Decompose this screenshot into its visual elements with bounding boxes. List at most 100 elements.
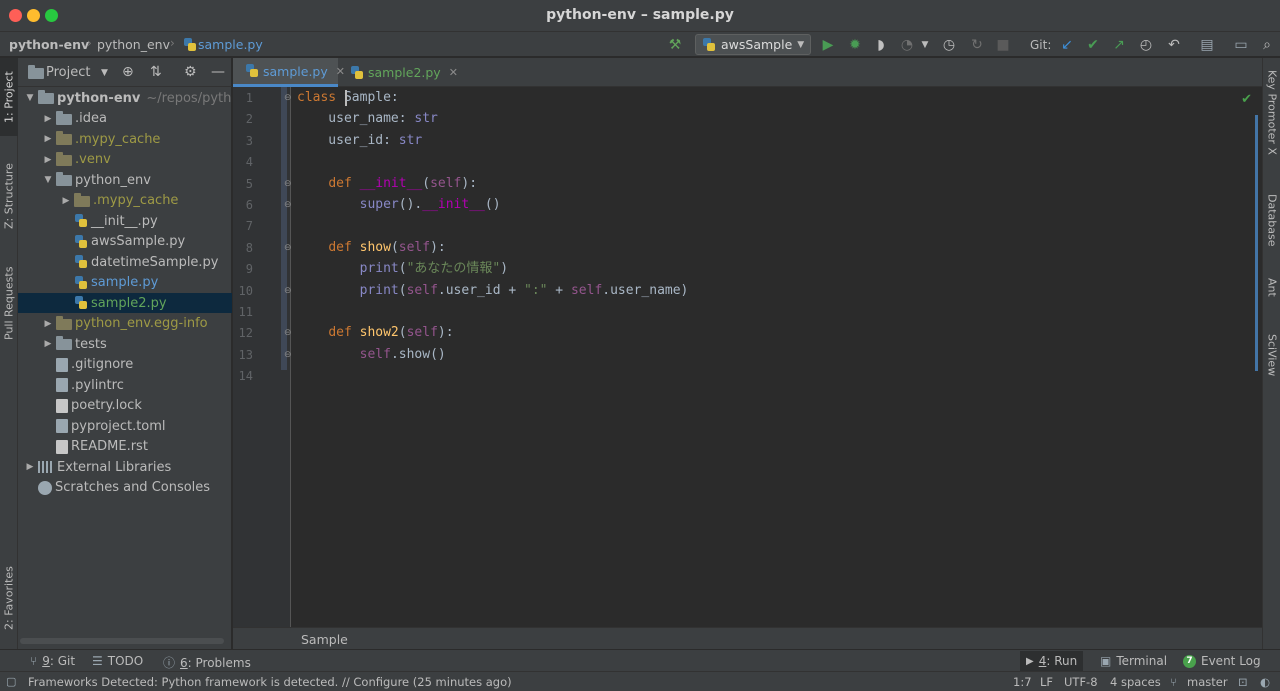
line-number[interactable]: 12: [233, 326, 253, 340]
tool-tab-run[interactable]: ▶ 4: Run: [1020, 651, 1084, 671]
file-encoding[interactable]: UTF-8: [1064, 675, 1098, 689]
build-hammer-icon[interactable]: ⚒: [666, 36, 684, 54]
status-message[interactable]: Frameworks Detected: Python framework is…: [28, 675, 512, 689]
tree-item[interactable]: sample2.py: [18, 293, 232, 313]
tool-tab-pull-requests[interactable]: Pull Requests: [0, 258, 18, 348]
chevron-right-icon[interactable]: ▶: [42, 339, 54, 349]
tree-item[interactable]: poetry.lock: [18, 396, 232, 416]
tool-tab-structure[interactable]: Z: Structure: [0, 156, 18, 236]
rerun-icon[interactable]: ↻: [968, 36, 986, 54]
chevron-right-icon[interactable]: ▶: [60, 196, 72, 206]
concurrency-diagram-icon[interactable]: ◷: [940, 36, 958, 54]
tree-item[interactable]: Scratches and Consoles: [18, 478, 232, 498]
git-commit-check-icon[interactable]: ✔: [1084, 36, 1102, 54]
tree-item[interactable]: ▶ .mypy_cache: [18, 129, 232, 149]
code-line[interactable]: user_name: str: [297, 108, 438, 129]
tool-tab-event-log[interactable]: 7 Event Log: [1183, 654, 1261, 668]
indent-setting[interactable]: 4 spaces: [1110, 675, 1161, 689]
code-line[interactable]: def __init__(self):: [297, 173, 477, 194]
fold-marker-icon[interactable]: ⊖: [284, 286, 294, 296]
profile-icon[interactable]: ◔: [898, 36, 916, 54]
tool-tab-sciview[interactable]: SciView: [1263, 334, 1280, 394]
line-number[interactable]: 11: [233, 305, 253, 319]
line-number[interactable]: 3: [233, 134, 253, 148]
tree-item[interactable]: ▶ .idea: [18, 109, 232, 129]
more-run-options-chevron-icon[interactable]: ▼: [916, 36, 934, 54]
fold-marker-icon[interactable]: ⊖: [284, 243, 294, 253]
fold-marker-icon[interactable]: ⊖: [284, 328, 294, 338]
git-rollback-icon[interactable]: ↶: [1165, 36, 1183, 54]
inspection-ok-check-icon[interactable]: ✔: [1241, 92, 1252, 107]
tool-tab-key-promoter[interactable]: Key Promoter X: [1263, 70, 1280, 182]
line-number[interactable]: 2: [233, 112, 253, 126]
debug-bug-icon[interactable]: ✹: [846, 36, 864, 54]
tree-item[interactable]: __init__.py: [18, 211, 232, 231]
line-number[interactable]: 1: [233, 91, 253, 105]
locate-file-icon[interactable]: ⊕: [122, 64, 134, 80]
tree-item[interactable]: ▶ External Libraries: [18, 457, 232, 477]
chevron-right-icon[interactable]: ▶: [24, 462, 36, 472]
line-number[interactable]: 6: [233, 198, 253, 212]
close-icon[interactable]: ✕: [449, 66, 458, 79]
tree-item[interactable]: ▶ tests: [18, 334, 232, 354]
run-icon[interactable]: ▶: [819, 36, 837, 54]
breadcrumb-file[interactable]: sample.py: [198, 37, 263, 52]
tree-item[interactable]: datetimeSample.py: [18, 252, 232, 272]
tree-item[interactable]: ▶ python_env.egg-info: [18, 314, 232, 334]
hide-panel-icon[interactable]: —: [211, 64, 225, 80]
tree-item[interactable]: ▶ .venv: [18, 150, 232, 170]
project-structure-icon[interactable]: ▤: [1198, 36, 1216, 54]
git-history-clock-icon[interactable]: ◴: [1137, 36, 1155, 54]
tool-tab-project[interactable]: 1: Project: [0, 58, 18, 136]
tree-item[interactable]: awsSample.py: [18, 232, 232, 252]
gear-icon[interactable]: ⚙: [184, 64, 197, 80]
chevron-right-icon[interactable]: ▶: [42, 319, 54, 329]
fold-marker-icon[interactable]: ⊖: [284, 93, 294, 103]
fold-marker-icon[interactable]: ⊖: [284, 179, 294, 189]
code-line[interactable]: self.show(): [297, 344, 446, 365]
code-line[interactable]: print("あなたの情報"): [297, 258, 508, 279]
fold-marker-icon[interactable]: ⊖: [284, 350, 294, 360]
tab-sample2-py[interactable]: sample2.py ✕: [338, 58, 458, 87]
tool-tab-problems[interactable]: ⓘ 6: Problems: [163, 654, 251, 671]
toggle-tool-windows-icon[interactable]: ▢: [6, 675, 16, 688]
tree-item[interactable]: sample.py: [18, 273, 232, 293]
breadcrumb-package[interactable]: python_env: [97, 37, 170, 52]
chevron-right-icon[interactable]: ▶: [42, 155, 54, 165]
code-editor[interactable]: 1 2 3 4 5 6 7 8 9 10 11 12 13 14 ⊖ ⊖ ⊖ ⊖ ⊖ ⊖ ⊖ class Sample:…: [233, 87, 1262, 627]
tool-tab-favorites[interactable]: 2: Favorites: [0, 558, 18, 638]
code-line[interactable]: def show2(self):: [297, 322, 453, 343]
chevron-down-icon[interactable]: ▼: [42, 175, 54, 185]
tree-item[interactable]: ▼ python-env ~/repos/pytho: [18, 88, 232, 108]
code-line[interactable]: class Sample:: [297, 87, 399, 108]
caret-position[interactable]: 1:7: [1013, 675, 1032, 689]
vertical-scrollbar[interactable]: [1255, 115, 1258, 371]
line-number[interactable]: 8: [233, 241, 253, 255]
tool-tab-git[interactable]: ⑂ 9: Git: [30, 654, 75, 668]
tree-item[interactable]: .pylintrc: [18, 375, 232, 395]
code-line[interactable]: super().__init__(): [297, 194, 501, 215]
chevron-down-icon[interactable]: ▼: [24, 93, 36, 103]
tool-tab-database[interactable]: Database: [1263, 194, 1280, 264]
tree-item[interactable]: README.rst: [18, 437, 232, 457]
tree-item[interactable]: ▼ python_env: [18, 170, 232, 190]
tab-sample-py[interactable]: sample.py ✕: [233, 58, 345, 87]
lock-icon[interactable]: ⊡: [1238, 675, 1248, 689]
line-separator[interactable]: LF: [1040, 675, 1053, 689]
git-branch-name[interactable]: master: [1187, 675, 1228, 689]
code-line[interactable]: print(self.user_id + ":" + self.user_nam…: [297, 280, 689, 301]
run-configuration-select[interactable]: awsSample ▼: [695, 34, 811, 55]
chevron-right-icon[interactable]: ▶: [42, 134, 54, 144]
collapse-all-icon[interactable]: ⇅: [150, 64, 162, 80]
git-update-arrow-icon[interactable]: ↙: [1058, 36, 1076, 54]
code-line[interactable]: user_id: str: [297, 130, 422, 151]
line-number[interactable]: 4: [233, 155, 253, 169]
coverage-shield-icon[interactable]: ◗: [872, 36, 890, 54]
editor-breadcrumb-class[interactable]: Sample: [301, 632, 348, 647]
line-number[interactable]: 10: [233, 284, 253, 298]
project-view-title[interactable]: Project: [46, 65, 90, 80]
line-number-gutter[interactable]: 1 2 3 4 5 6 7 8 9 10 11 12 13 14 ⊖ ⊖ ⊖ ⊖ ⊖ ⊖ ⊖: [233, 87, 294, 627]
tree-item[interactable]: ▶ .mypy_cache: [18, 191, 232, 211]
tool-tab-todo[interactable]: ☰ TODO: [92, 654, 143, 668]
line-number[interactable]: 13: [233, 348, 253, 362]
